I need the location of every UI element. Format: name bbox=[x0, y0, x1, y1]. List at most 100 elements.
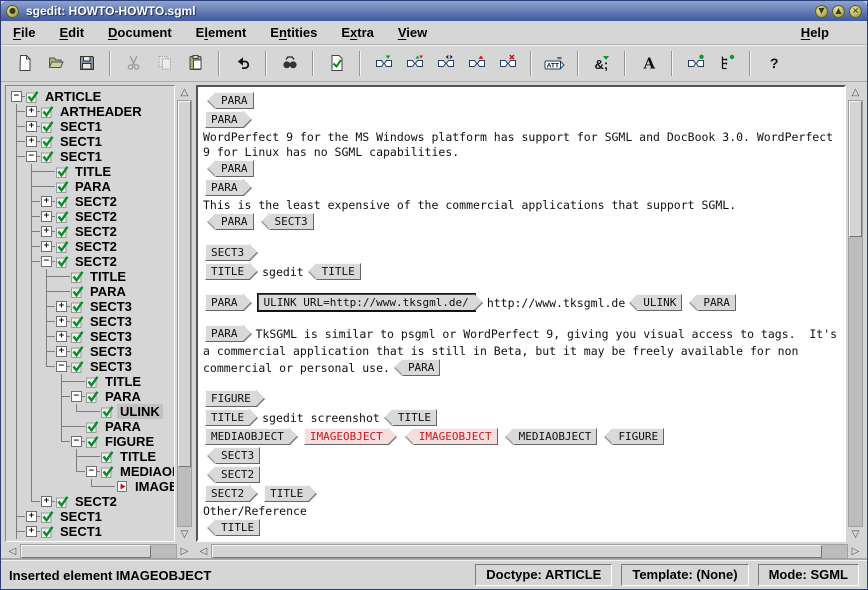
tag-close-para[interactable]: PARA bbox=[215, 213, 254, 230]
tag-close-title[interactable]: TITLE bbox=[316, 263, 361, 280]
tag-close-mediaobject[interactable]: MEDIAOBJECT bbox=[513, 428, 598, 445]
tree-expander[interactable]: + bbox=[39, 194, 54, 209]
tag-close-para[interactable]: PARA bbox=[697, 294, 736, 311]
tree-item-sect2[interactable]: +SECT2 bbox=[9, 209, 174, 224]
tag-open-ulink[interactable]: ULINK URL=http://www.tksgml.de/ bbox=[258, 294, 475, 311]
expander-plus-icon[interactable]: + bbox=[56, 346, 67, 357]
expander-minus-icon[interactable]: − bbox=[71, 391, 82, 402]
menu-extra[interactable]: Extra bbox=[341, 25, 374, 40]
menu-help[interactable]: Help bbox=[801, 25, 829, 40]
expander-plus-icon[interactable]: + bbox=[41, 226, 52, 237]
tag-close-sect3[interactable]: SECT3 bbox=[215, 447, 260, 464]
delete-element-button[interactable] bbox=[494, 50, 521, 77]
tree-hscroll-trough[interactable] bbox=[20, 544, 177, 559]
tag-open-sect2[interactable]: SECT2 bbox=[205, 485, 250, 502]
new-document-button[interactable] bbox=[11, 50, 38, 77]
expander-plus-icon[interactable]: + bbox=[26, 136, 37, 147]
editor-vscroll-thumb[interactable] bbox=[849, 101, 862, 237]
expander-minus-icon[interactable]: − bbox=[86, 466, 97, 477]
menu-file[interactable]: File bbox=[13, 25, 35, 40]
tree-item-sect3[interactable]: +SECT3 bbox=[9, 344, 174, 359]
font-button[interactable]: A bbox=[635, 50, 662, 77]
tag-close-ulink[interactable]: ULINK bbox=[637, 294, 682, 311]
tree-item-para[interactable]: PARA bbox=[9, 419, 174, 434]
tag-open-imageobject[interactable]: IMAGEOBJECT bbox=[304, 428, 389, 445]
tree-view-button[interactable] bbox=[713, 50, 740, 77]
tree-expander[interactable]: + bbox=[54, 314, 69, 329]
expander-plus-icon[interactable]: + bbox=[56, 316, 67, 327]
tree-item-sect1[interactable]: +SECT1 bbox=[9, 509, 174, 524]
tree-expander[interactable]: + bbox=[39, 239, 54, 254]
tree-item-para[interactable]: PARA bbox=[9, 179, 174, 194]
editor-scroll-right-arrow[interactable]: ▷ bbox=[848, 544, 863, 559]
save-button[interactable] bbox=[73, 50, 100, 77]
tree-item-sect2[interactable]: +SECT2 bbox=[9, 494, 174, 509]
tag-open-title[interactable]: TITLE bbox=[205, 263, 250, 280]
find-button[interactable] bbox=[276, 50, 303, 77]
tag-close-sect3[interactable]: SECT3 bbox=[269, 213, 314, 230]
tree-expander[interactable]: + bbox=[54, 329, 69, 344]
tree-horizontal-scrollbar[interactable]: ◁ ▷ bbox=[5, 544, 192, 559]
tree-item-sect1[interactable]: −SECT1 bbox=[9, 149, 174, 164]
tree-expander[interactable]: − bbox=[24, 149, 39, 164]
tag-close-sect2[interactable]: SECT2 bbox=[215, 466, 260, 483]
remove-tag-button[interactable] bbox=[463, 50, 490, 77]
tree-expander[interactable]: + bbox=[24, 104, 39, 119]
tree-item-title[interactable]: TITLE bbox=[9, 449, 174, 464]
tree-expander[interactable]: − bbox=[84, 464, 99, 479]
menu-edit[interactable]: Edit bbox=[59, 25, 84, 40]
menu-entities[interactable]: Entities bbox=[270, 25, 317, 40]
expander-plus-icon[interactable]: + bbox=[26, 526, 37, 537]
tree-item-sect3[interactable]: +SECT3 bbox=[9, 299, 174, 314]
menu-element[interactable]: Element bbox=[196, 25, 247, 40]
editor-vertical-scrollbar[interactable]: △ ▽ bbox=[848, 85, 863, 542]
tree-expander[interactable]: − bbox=[69, 389, 84, 404]
tag-close-para[interactable]: PARA bbox=[215, 92, 254, 109]
tag-close-imageobject[interactable]: IMAGEOBJECT bbox=[413, 428, 498, 445]
tag-close-figure[interactable]: FIGURE bbox=[612, 428, 664, 445]
tree-expander[interactable]: − bbox=[54, 359, 69, 374]
validate-button[interactable] bbox=[323, 50, 350, 77]
tree-item-sect2[interactable]: −SECT2 bbox=[9, 254, 174, 269]
undo-button[interactable] bbox=[229, 50, 256, 77]
tree-expander[interactable]: − bbox=[69, 434, 84, 449]
expander-minus-icon[interactable]: − bbox=[41, 256, 52, 267]
expander-plus-icon[interactable]: + bbox=[26, 106, 37, 117]
editor-scroll-left-arrow[interactable]: ◁ bbox=[196, 544, 211, 559]
tag-open-para[interactable]: PARA bbox=[205, 179, 244, 196]
tree-item-sect1[interactable]: +SECT1 bbox=[9, 119, 174, 134]
expander-plus-icon[interactable]: + bbox=[26, 511, 37, 522]
tag-open-figure[interactable]: FIGURE bbox=[205, 390, 257, 407]
tag-open-title[interactable]: TITLE bbox=[205, 409, 250, 426]
tree-expander[interactable]: + bbox=[39, 224, 54, 239]
tree-expander[interactable]: + bbox=[54, 299, 69, 314]
tag-open-mediaobject[interactable]: MEDIAOBJECT bbox=[205, 428, 290, 445]
expander-plus-icon[interactable]: + bbox=[56, 301, 67, 312]
tree-vscroll-trough[interactable] bbox=[177, 100, 192, 527]
tree-item-title[interactable]: TITLE bbox=[9, 269, 174, 284]
editor-vscroll-trough[interactable] bbox=[848, 100, 863, 527]
paste-button[interactable] bbox=[182, 50, 209, 77]
title-bar[interactable]: ● sgedit: HOWTO-HOWTO.sgml ▼▲× bbox=[1, 1, 867, 21]
tree-expander[interactable]: + bbox=[54, 344, 69, 359]
show-tags-button[interactable] bbox=[682, 50, 709, 77]
tag-open-para[interactable]: PARA bbox=[205, 294, 244, 311]
editor-hscroll-trough[interactable] bbox=[211, 544, 848, 559]
tree-expander[interactable]: + bbox=[24, 119, 39, 134]
tree-expander[interactable]: − bbox=[9, 89, 24, 104]
editor-hscroll-thumb[interactable] bbox=[212, 545, 822, 558]
tree-item-sect3[interactable]: +SECT3 bbox=[9, 314, 174, 329]
tag-close-title[interactable]: TITLE bbox=[392, 409, 437, 426]
tree-item-artheader[interactable]: +ARTHEADER bbox=[9, 104, 174, 119]
tree-item-sect2[interactable]: +SECT2 bbox=[9, 194, 174, 209]
tag-open-para[interactable]: PARA bbox=[205, 111, 244, 128]
tree-item-sect1[interactable]: +SECT1 bbox=[9, 524, 174, 539]
expander-minus-icon[interactable]: − bbox=[26, 151, 37, 162]
close-button[interactable]: × bbox=[849, 5, 862, 18]
change-element-button[interactable] bbox=[401, 50, 428, 77]
tree-item-sect1[interactable]: +SECT1 bbox=[9, 134, 174, 149]
tree-vscroll-thumb[interactable] bbox=[178, 101, 191, 467]
split-element-button[interactable] bbox=[432, 50, 459, 77]
expander-plus-icon[interactable]: + bbox=[56, 331, 67, 342]
expander-plus-icon[interactable]: + bbox=[41, 211, 52, 222]
